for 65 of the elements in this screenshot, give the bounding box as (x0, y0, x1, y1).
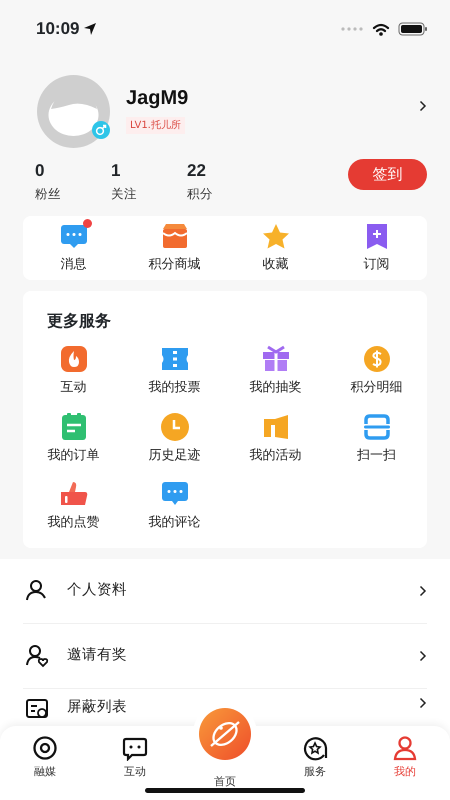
service-item[interactable]: 我的抽奖 (225, 343, 326, 398)
chevron-right-icon[interactable] (419, 100, 427, 112)
service-label: 扫一扫 (357, 446, 396, 464)
section-title: 更多服务 (46, 310, 112, 332)
nav-tab[interactable]: 我的 (360, 726, 450, 800)
chat-bubble-icon (122, 735, 148, 761)
chevron-right-icon (419, 585, 427, 597)
battery-icon (398, 22, 428, 36)
service-item[interactable]: 我的评论 (124, 478, 225, 532)
menu-row[interactable]: 邀请有奖 (23, 624, 427, 689)
service-label: 积分明细 (350, 379, 402, 397)
service-item[interactable]: 互动 (23, 343, 124, 398)
service-label: 历史足迹 (148, 446, 200, 464)
service-label: 我的投票 (148, 379, 200, 397)
service-item[interactable]: 历史足迹 (124, 410, 225, 465)
menu-label[interactable]: 屏蔽列表 (67, 697, 127, 719)
service-label: 我的评论 (148, 514, 200, 532)
chevron-right-icon (419, 697, 427, 709)
location-arrow-icon (83, 22, 98, 36)
level-tag: LV1.托儿所 (126, 117, 185, 134)
signal-icon (340, 26, 364, 32)
person-heart-icon (25, 644, 49, 668)
quick-link-label: 订阅 (364, 256, 390, 274)
service-item[interactable]: 我的订单 (23, 410, 124, 465)
nav-tab[interactable]: 服务 (270, 726, 360, 800)
quick-link-label: 积分商城 (148, 256, 200, 274)
planet-logo-icon[interactable] (199, 708, 251, 760)
service-item[interactable]: 我的活动 (225, 410, 326, 465)
stat-label: 粉丝 (35, 184, 62, 203)
nav-tab[interactable]: 融媒 (0, 726, 90, 800)
stat-value: 1 (111, 162, 122, 181)
service-label: 互动 (60, 379, 86, 397)
service-label: 我的订单 (48, 446, 100, 464)
quick-link-label: 消息 (60, 256, 86, 274)
quick-link[interactable]: 收藏 (225, 221, 326, 275)
stat-value: 22 (187, 162, 207, 181)
stat-label: 积分 (187, 184, 214, 203)
clock-text: 10:09 (36, 18, 80, 40)
user-name: JagM9 (126, 86, 188, 111)
wifi-icon (372, 22, 390, 36)
service-label: 我的活动 (250, 446, 302, 464)
nav-tab[interactable]: 互动 (90, 726, 180, 800)
service-label: 我的点赞 (48, 514, 100, 532)
menu-label: 个人资料 (67, 581, 127, 600)
star-bubble-icon (302, 735, 328, 761)
stat-label: 关注 (111, 184, 138, 203)
male-gender-icon (92, 121, 110, 139)
service-item[interactable]: 我的投票 (124, 343, 225, 398)
chevron-right-icon (419, 650, 427, 662)
quick-link[interactable]: 消息 (23, 221, 124, 275)
block-list-icon (25, 697, 49, 721)
service-item[interactable]: 我的点赞 (23, 478, 124, 532)
menu-label: 邀请有奖 (67, 646, 127, 666)
person-icon (392, 735, 418, 761)
menu-row[interactable]: 个人资料 (23, 559, 427, 624)
sign-in-button[interactable]: 签到 (348, 159, 427, 190)
stat-value: 0 (35, 162, 46, 181)
service-item[interactable]: 扫一扫 (326, 410, 427, 465)
service-label: 我的抽奖 (250, 379, 302, 397)
quick-link-label: 收藏 (262, 256, 288, 274)
eye-icon (32, 735, 58, 761)
home-tab[interactable]: 首页 (193, 726, 257, 792)
quick-link[interactable]: 订阅 (326, 221, 427, 275)
quick-link[interactable]: 积分商城 (124, 221, 225, 275)
service-item[interactable]: 积分明细 (326, 343, 427, 398)
